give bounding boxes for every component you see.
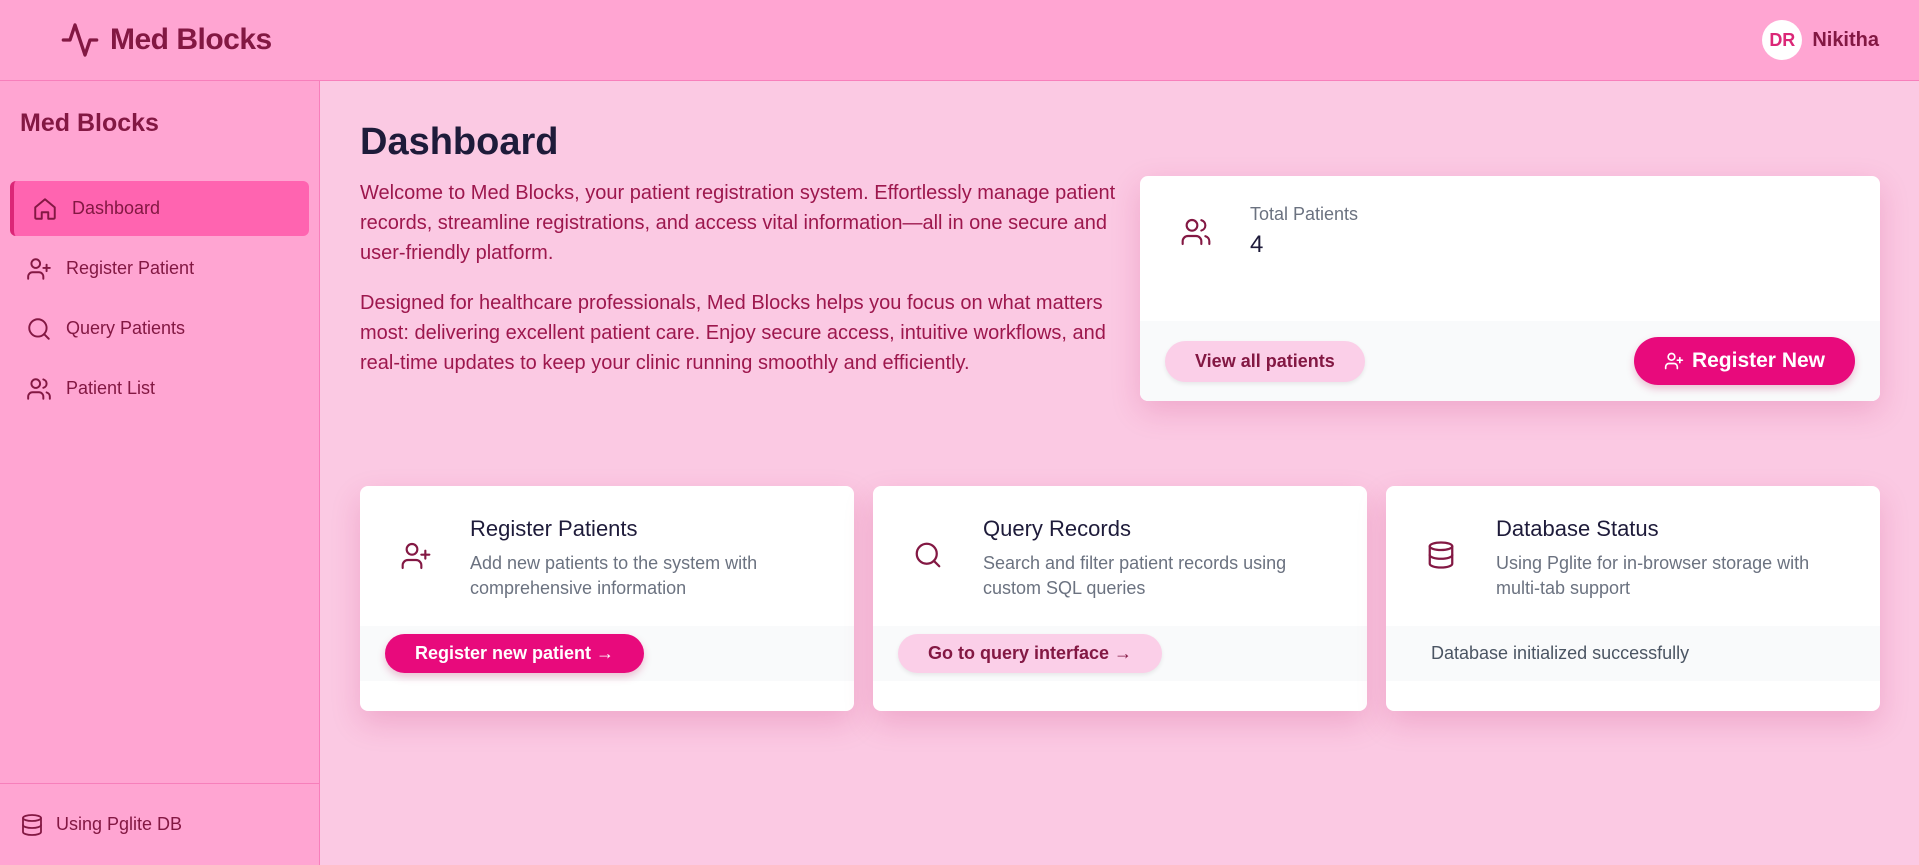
db-label: Using Pglite DB (56, 814, 183, 834)
search-icon (913, 540, 943, 570)
sidebar-item-patient-list[interactable]: Patient List (10, 361, 309, 416)
pulse-icon (60, 20, 100, 60)
register-patients-card: Register Patients Add new patients to th… (360, 486, 854, 711)
sidebar-item-label: Patient List (66, 378, 156, 398)
intro-paragraph: Welcome to Med Blocks, your patient regi… (360, 182, 1116, 264)
card-description: Add new patients to the system with comp… (470, 553, 758, 598)
sidebar-item-register-patient[interactable]: Register Patient (10, 241, 309, 296)
search-icon (26, 316, 52, 342)
sidebar-item-query-patients[interactable]: Query Patients (10, 301, 309, 356)
home-icon (32, 196, 58, 222)
card-title: Query Records (983, 516, 1131, 541)
db-status-text: Database initialized successfully (1431, 643, 1690, 663)
brand[interactable]: Med Blocks (60, 20, 272, 60)
stat-value: 4 (1250, 231, 1264, 258)
sidebar-title: Med Blocks (20, 109, 159, 137)
top-bar: Med Blocks DR Nikitha (0, 0, 1919, 81)
view-all-patients-button[interactable]: View all patients (1165, 340, 1365, 382)
users-icon (1180, 216, 1212, 248)
brand-name: Med Blocks (110, 23, 272, 56)
intro-paragraph: Designed for healthcare professionals, M… (360, 292, 1106, 374)
database-status-card: Database Status Using Pglite for in-brow… (1386, 486, 1880, 711)
card-description: Using Pglite for in-browser storage with… (1496, 553, 1810, 598)
sidebar-item-label: Query Patients (66, 318, 186, 338)
user-plus-icon (26, 256, 52, 282)
register-new-label: Register New (1691, 349, 1825, 372)
sidebar-item-dashboard[interactable]: Dashboard (10, 181, 309, 236)
stat-label: Total Patients (1250, 204, 1359, 224)
sidebar-nav: Dashboard Register Patient Query Patient… (10, 181, 309, 421)
user-menu[interactable]: DR Nikitha (1762, 20, 1879, 60)
intro-text: Welcome to Med Blocks, your patient regi… (360, 178, 1120, 398)
sidebar-item-label: Dashboard (72, 198, 161, 218)
sidebar-footer: Using Pglite DB (0, 783, 320, 865)
users-icon (26, 376, 52, 402)
go-to-query-button[interactable]: Go to query interface → (898, 634, 1163, 673)
card-description: Search and filter patient records using … (983, 553, 1287, 598)
user-name: Nikitha (1812, 28, 1879, 51)
query-records-card: Query Records Search and filter patient … (873, 486, 1367, 711)
user-plus-icon (1664, 351, 1684, 371)
register-new-button[interactable]: Register New (1633, 337, 1855, 385)
sidebar-item-label: Register Patient (66, 258, 195, 278)
database-icon (1426, 540, 1456, 570)
database-icon (20, 813, 44, 837)
register-new-patient-button[interactable]: Register new patient → (385, 634, 645, 673)
user-plus-icon (400, 540, 432, 572)
card-title: Register Patients (470, 516, 638, 541)
total-patients-card: Total Patients 4 View all patients Regis… (1140, 176, 1880, 401)
card-title: Database Status (1496, 516, 1659, 541)
page-title: Dashboard (360, 121, 559, 163)
avatar[interactable]: DR (1762, 20, 1803, 60)
sidebar: Med Blocks Dashboard Register Patient Qu… (0, 81, 320, 865)
